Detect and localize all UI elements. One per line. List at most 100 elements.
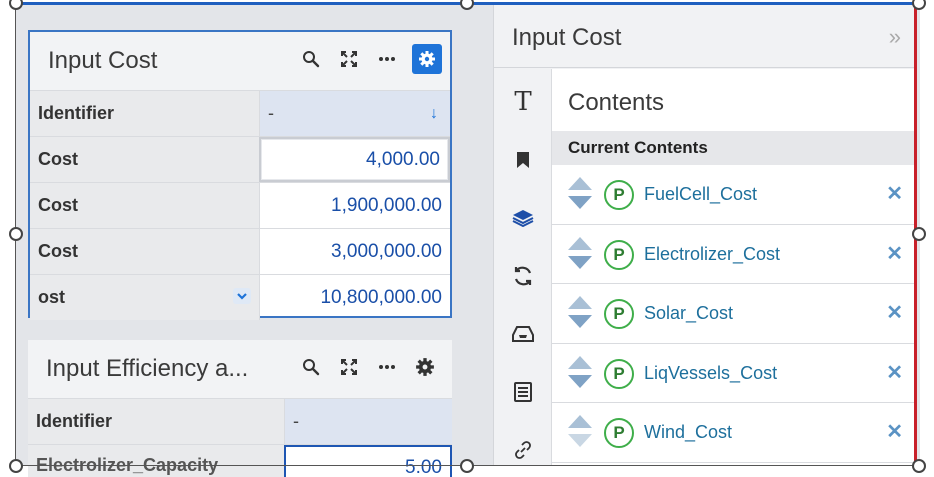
item-name[interactable]: Electrolizer_Cost: [644, 244, 780, 265]
identifier-label: Identifier: [28, 399, 284, 444]
contents-list: P FuelCell_Cost ✕ P Electrolizer_Cost ✕ …: [552, 165, 915, 463]
widget-toolbar: [292, 44, 442, 74]
properties-panel: Input Cost » T Contents Current Contents…: [493, 4, 915, 466]
resize-handle[interactable]: [912, 227, 926, 241]
gear-icon[interactable]: [412, 44, 442, 74]
identifier-label: Identifier: [30, 91, 259, 136]
input-efficiency-widget[interactable]: Input Efficiency a... Identifier - Elect…: [28, 340, 452, 477]
move-down-icon[interactable]: [568, 374, 592, 388]
refresh-icon[interactable]: [494, 261, 552, 291]
identifier-value: -: [293, 411, 299, 431]
parameter-badge: P: [604, 180, 634, 210]
remove-icon[interactable]: ✕: [886, 360, 903, 385]
list-item[interactable]: P LiqVessels_Cost ✕: [552, 344, 915, 403]
list-item[interactable]: P Wind_Cost ✕: [552, 403, 915, 463]
row-label-with-dropdown: ost: [30, 275, 259, 320]
item-name[interactable]: LiqVessels_Cost: [644, 363, 777, 384]
sort-down-icon[interactable]: ↓: [430, 105, 438, 123]
remove-icon[interactable]: ✕: [886, 300, 903, 325]
reorder-handle[interactable]: [568, 296, 592, 330]
list-item[interactable]: P Electrolizer_Cost ✕: [552, 225, 915, 284]
item-name[interactable]: Wind_Cost: [644, 422, 732, 443]
panel-icon-rail: T: [494, 69, 552, 466]
remove-icon[interactable]: ✕: [886, 419, 903, 444]
table-row: Cost 1,900,000.00: [30, 182, 450, 228]
table-row: ost 10,800,000.00: [30, 274, 450, 320]
search-icon[interactable]: [292, 44, 330, 74]
inbox-icon[interactable]: [494, 319, 552, 349]
panel-header: Input Cost »: [494, 4, 915, 68]
cost-value-cell[interactable]: 10,800,000.00: [259, 275, 450, 320]
reorder-handle[interactable]: [568, 355, 592, 390]
move-down-icon: [568, 434, 592, 447]
more-icon[interactable]: [368, 44, 406, 74]
gear-icon[interactable]: [406, 352, 444, 382]
parameter-badge: P: [604, 239, 634, 270]
cost-value-cell[interactable]: 1,900,000.00: [259, 183, 450, 228]
parameter-badge: P: [604, 418, 634, 448]
chevron-down-icon[interactable]: [233, 288, 251, 304]
identifier-value: -: [268, 103, 274, 123]
identifier-row: Identifier -: [28, 398, 452, 444]
input-cost-grid: Identifier - ↓ Cost 4,000.00 Cost 1,900,…: [30, 90, 450, 320]
widget-header: Input Efficiency a...: [28, 340, 452, 398]
stage: Input Cost Identifier - ↓ Cost 4,000.00 …: [0, 0, 934, 477]
list-item[interactable]: P Solar_Cost ✕: [552, 284, 915, 344]
list-item[interactable]: P FuelCell_Cost ✕: [552, 165, 915, 225]
row-label: ost: [38, 287, 65, 307]
input-cost-widget[interactable]: Input Cost Identifier - ↓ Cost 4,000.00 …: [28, 30, 452, 320]
bookmark-icon[interactable]: [494, 145, 552, 175]
contents-section: Contents Current Contents P FuelCell_Cos…: [552, 69, 915, 466]
list-icon[interactable]: [494, 377, 552, 407]
reorder-handle[interactable]: [568, 177, 592, 211]
remove-icon[interactable]: ✕: [886, 241, 903, 266]
move-down-icon[interactable]: [568, 196, 592, 209]
move-up-icon[interactable]: [568, 296, 592, 309]
widget-toolbar: [292, 352, 444, 382]
row-label: Electrolizer_Capacity: [28, 445, 284, 477]
current-contents-header: Current Contents: [552, 131, 915, 165]
table-row: Electrolizer_Capacity 5.00: [28, 444, 452, 477]
collapse-icon[interactable]: »: [889, 24, 901, 50]
table-row: Cost 4,000.00: [30, 136, 450, 182]
widget-title: Input Cost: [48, 47, 158, 74]
resize-handle[interactable]: [9, 227, 23, 241]
item-name[interactable]: FuelCell_Cost: [644, 184, 757, 205]
reorder-handle[interactable]: [568, 236, 592, 271]
more-icon[interactable]: [368, 352, 406, 382]
panel-title: Input Cost: [512, 24, 622, 51]
search-icon[interactable]: [292, 352, 330, 382]
resize-handle[interactable]: [912, 459, 926, 473]
reorder-handle[interactable]: [568, 415, 592, 449]
link-icon[interactable]: [494, 435, 552, 465]
move-up-icon[interactable]: [568, 415, 592, 428]
resize-handle[interactable]: [460, 459, 474, 473]
move-down-icon[interactable]: [568, 315, 592, 328]
widget-title: Input Efficiency a...: [46, 355, 249, 382]
move-up-icon[interactable]: [568, 177, 592, 190]
move-up-icon[interactable]: [568, 355, 592, 369]
resize-handle[interactable]: [9, 459, 23, 473]
expand-icon[interactable]: [330, 352, 368, 382]
remove-icon[interactable]: ✕: [886, 181, 903, 206]
text-icon[interactable]: T: [494, 87, 552, 117]
row-label: Cost: [30, 137, 259, 182]
identifier-selector[interactable]: - ↓: [259, 91, 450, 136]
efficiency-input-cell[interactable]: 5.00: [284, 445, 452, 477]
item-name[interactable]: Solar_Cost: [644, 303, 733, 324]
cost-input-cell[interactable]: 4,000.00: [259, 137, 450, 182]
move-down-icon[interactable]: [568, 255, 592, 269]
table-row: Cost 3,000,000.00: [30, 228, 450, 274]
cost-value-cell[interactable]: 3,000,000.00: [259, 229, 450, 274]
contents-title: Contents: [568, 89, 665, 116]
row-label: Cost: [30, 229, 259, 274]
parameter-badge: P: [604, 358, 634, 389]
row-label: Cost: [30, 183, 259, 228]
resize-handle[interactable]: [912, 0, 926, 10]
move-up-icon[interactable]: [568, 236, 592, 250]
expand-icon[interactable]: [330, 44, 368, 74]
layers-icon[interactable]: [494, 203, 552, 233]
identifier-row: Identifier - ↓: [30, 90, 450, 136]
widget-header: Input Cost: [30, 32, 450, 90]
identifier-selector[interactable]: -: [284, 399, 452, 444]
